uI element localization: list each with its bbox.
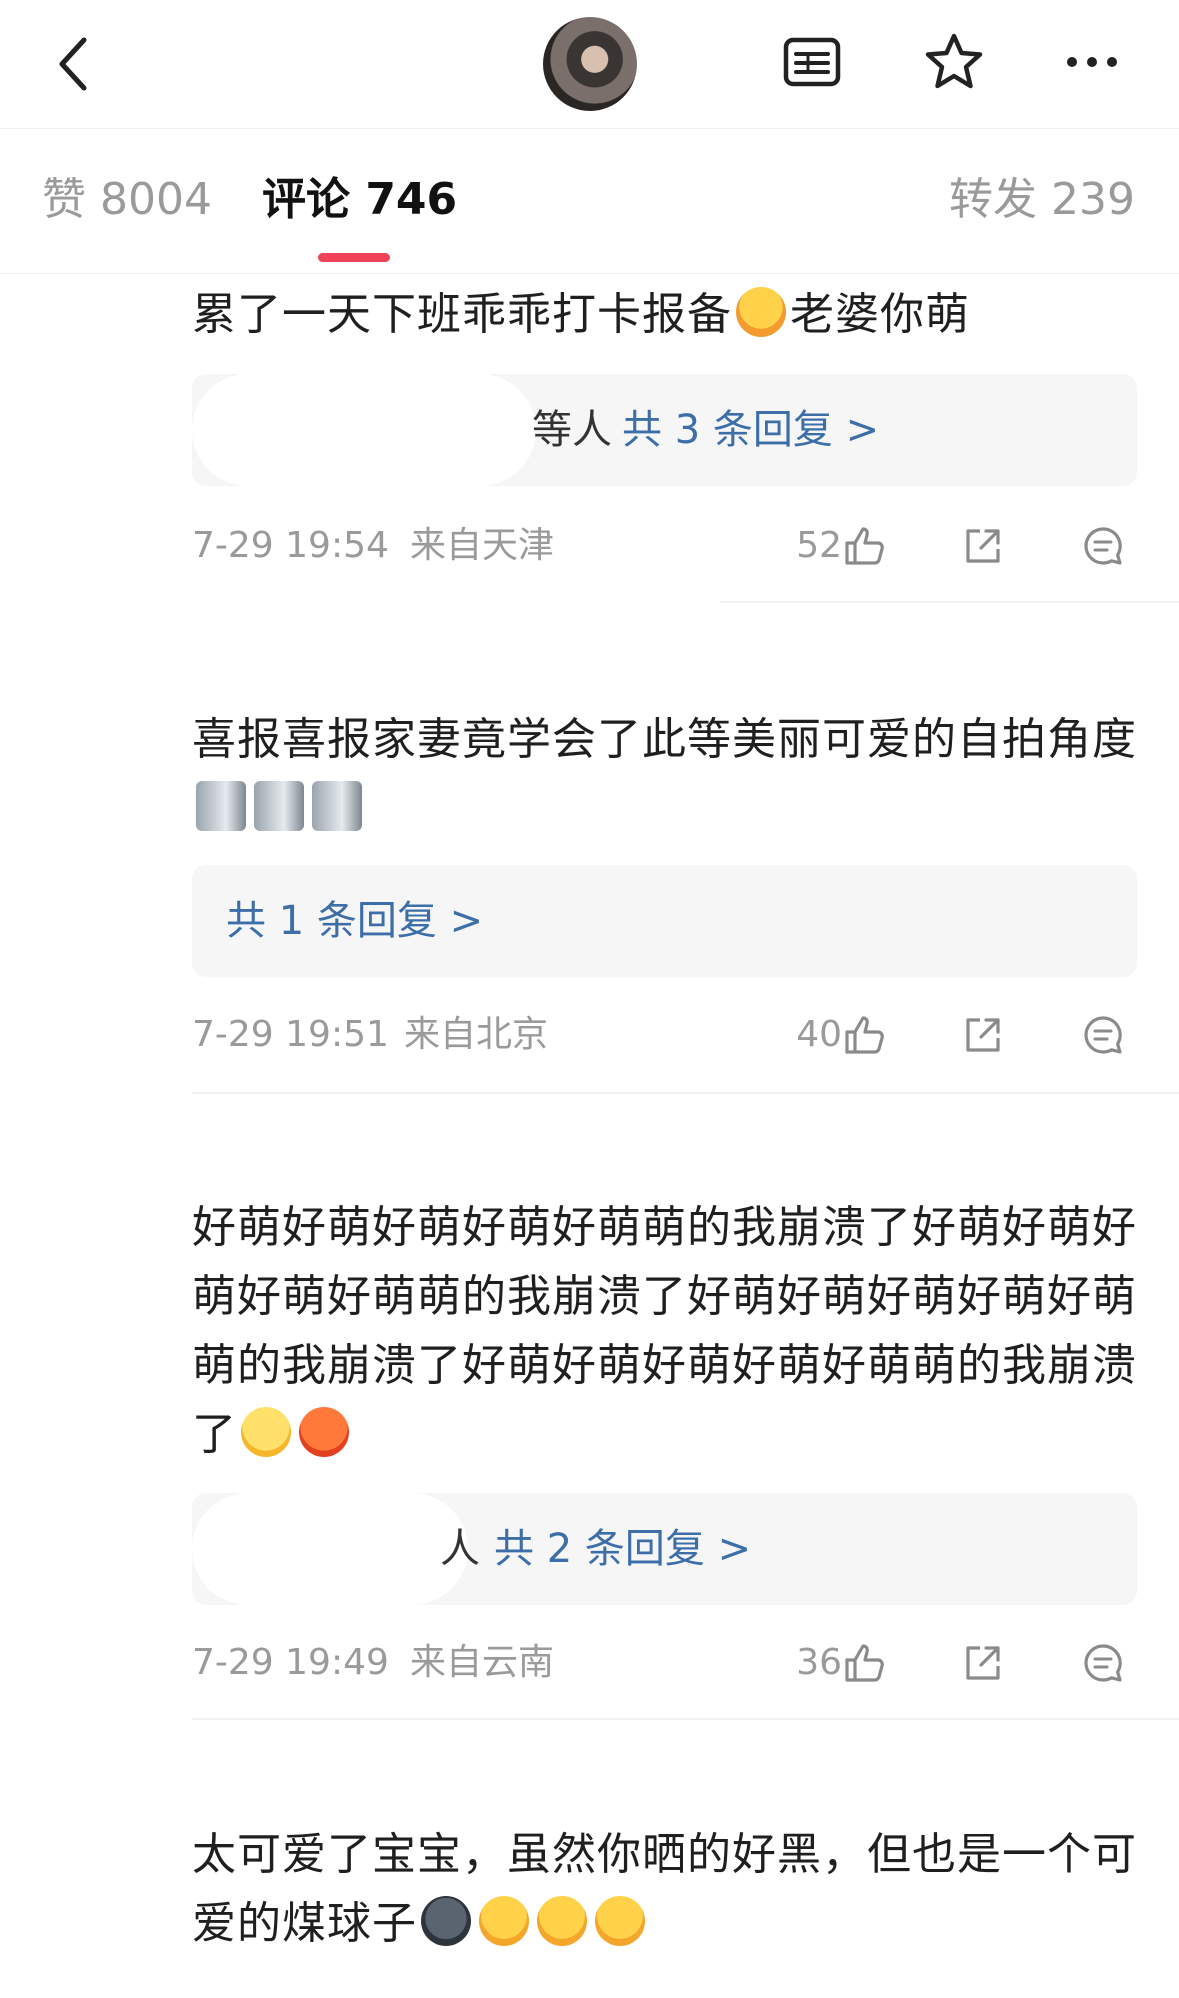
new-moon-face-emoji [421, 1896, 471, 1946]
reply-names: 等人 [532, 407, 612, 453]
heart-eyes-emoji [595, 1896, 645, 1946]
divider [192, 1718, 1179, 1720]
megaphone-emoji [254, 781, 304, 831]
like-count: 52 [796, 525, 842, 566]
reply-icon[interactable] [1080, 1640, 1126, 1686]
thumbs-up-icon[interactable] [842, 523, 888, 569]
like-count: 36 [796, 1642, 842, 1683]
megaphone-emoji [312, 781, 362, 831]
megaphone-emoji [196, 781, 246, 831]
chevron-left-icon[interactable] [40, 28, 112, 100]
divider [720, 601, 1179, 603]
star-icon[interactable] [922, 30, 986, 94]
view-replies-link[interactable]: 共 1 条回复 > [226, 893, 483, 949]
comment-text: 喜报喜报家妻竟学会了此等美丽可爱的自拍角度 [192, 705, 1137, 843]
comment-meta: 7-29 19:51 来自北京 40 [192, 1005, 1137, 1065]
tab-reposts[interactable]: 转发 239 [949, 170, 1135, 230]
comment-text: 好萌好萌好萌好萌好萌萌的我崩溃了好萌好萌好萌好萌好萌萌的我崩溃了好萌好萌好萌好萌… [192, 1202, 1137, 1460]
like-count: 40 [796, 1014, 842, 1055]
divider [192, 1092, 1179, 1094]
comment-meta: 7-29 19:49 来自云南 36 [192, 1633, 1137, 1693]
top-bar [0, 0, 1179, 129]
comment-meta: 7-29 19:54 来自天津 52 [192, 516, 1137, 576]
angry-face-emoji [299, 1407, 349, 1457]
reply-summary[interactable]: 人 共 2 条回复 > [192, 1493, 1137, 1605]
avatar[interactable] [543, 17, 637, 111]
tab-bar: 赞 8004 评论 746 转发 239 [0, 128, 1179, 274]
share-icon[interactable] [960, 1012, 1006, 1058]
reply-icon[interactable] [1080, 1012, 1126, 1058]
tired-face-emoji [241, 1407, 291, 1457]
timestamp: 7-29 19:49 [192, 1642, 389, 1683]
comment-text: 太可爱了宝宝，虽然你晒的好黑，但也是一个可爱的煤球子 [192, 1829, 1137, 1949]
location: 来自天津 [410, 525, 555, 566]
reply-summary[interactable]: 共 1 条回复 > [192, 865, 1137, 977]
location: 来自云南 [410, 1642, 555, 1683]
reply-icon[interactable] [1080, 523, 1126, 569]
comment-text: 累了一天下班乖乖打卡报备 老婆你萌 [192, 287, 970, 340]
location: 来自北京 [404, 1014, 549, 1055]
timestamp: 7-29 19:51 [192, 1014, 389, 1055]
reply-names: 人 [440, 1526, 480, 1572]
view-replies-link[interactable]: 共 2 条回复 > [494, 1521, 751, 1577]
list-icon[interactable] [780, 30, 844, 94]
share-icon[interactable] [960, 523, 1006, 569]
tab-comments[interactable]: 评论 746 [262, 170, 457, 230]
more-icon[interactable] [1060, 30, 1124, 94]
hugging-emoji [736, 287, 786, 337]
share-icon[interactable] [960, 1640, 1006, 1686]
redacted-names [192, 1493, 468, 1605]
heart-eyes-emoji [479, 1896, 529, 1946]
heart-eyes-emoji [537, 1896, 587, 1946]
comment-page: 赞 8004 评论 746 转发 239 累了一天下班乖乖打卡报备 老婆你萌 等人… [0, 0, 1179, 1998]
active-tab-indicator [318, 253, 390, 262]
view-replies-link[interactable]: 共 3 条回复 > [622, 402, 879, 458]
tab-likes[interactable]: 赞 8004 [42, 170, 212, 230]
timestamp: 7-29 19:54 [192, 525, 389, 566]
reply-summary[interactable]: 等人 共 3 条回复 > [192, 374, 1137, 486]
redacted-names [192, 374, 536, 486]
thumbs-up-icon[interactable] [842, 1012, 888, 1058]
thumbs-up-icon[interactable] [842, 1640, 888, 1686]
